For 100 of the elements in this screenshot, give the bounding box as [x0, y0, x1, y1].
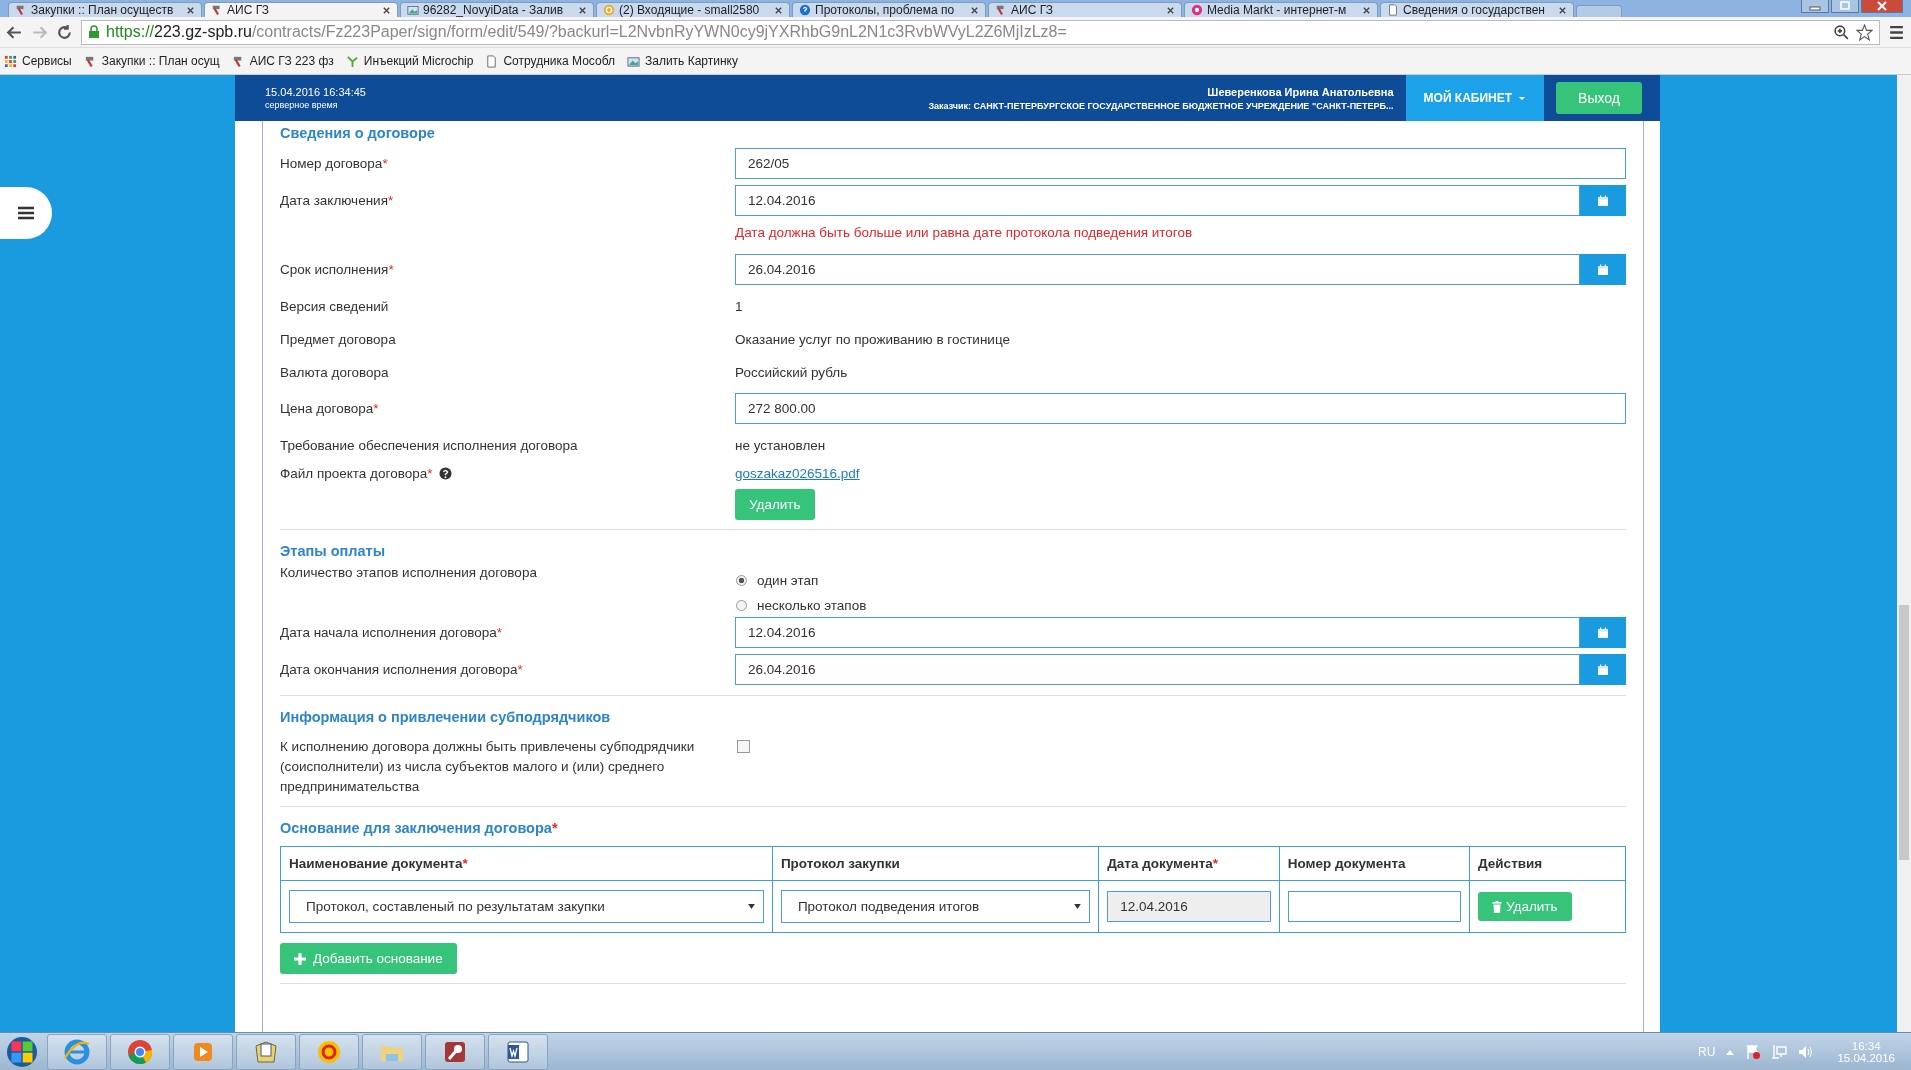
date-field[interactable]: 26.04.2016 — [735, 254, 1580, 285]
word-app-icon[interactable] — [488, 1033, 548, 1070]
field-label: Количество этапов исполнения договора — [280, 565, 538, 580]
browser-app-icon[interactable] — [47, 1033, 107, 1070]
menu-icon[interactable] — [1888, 23, 1905, 41]
menu-button[interactable] — [0, 187, 52, 239]
field-label: Валюта договора — [280, 365, 390, 380]
field-value: Оказание услуг по проживанию в гостинице — [735, 332, 1010, 347]
address-bar[interactable]: https://223.gz-spb.ru/contracts/Fz223Paper/sign/form/edit/549/?backurl=L2NvbnRyYWN0cy9jYXRhbG9nL2N1c3RvbWVyL2Z6MjIzLz8= — [81, 19, 1880, 45]
browser-tab[interactable]: Протоколы, проблема по — [792, 2, 986, 17]
radio-label[interactable]: несколько этапов — [757, 598, 867, 613]
close-icon[interactable] — [578, 5, 587, 15]
close-icon[interactable] — [1362, 5, 1371, 15]
key-app-icon[interactable] — [425, 1033, 485, 1070]
dropdown-arrow-icon — [747, 904, 755, 909]
file-link[interactable]: goszakaz026516.pdf — [735, 466, 860, 481]
calendar-button[interactable] — [1580, 185, 1626, 216]
section-heading: Основание для заключения договора* — [280, 819, 559, 838]
field-label: Номер договора* — [280, 156, 389, 171]
calendar-button[interactable] — [1580, 654, 1626, 685]
customer-name: Заказчик: САНКТ-ПЕТЕРБУРГСКОЕ ГОСУДАРСТВЕННОЕ БЮДЖЕТНОЕ УЧРЕЖДЕНИЕ "САНКТ-ПЕТЕРБ... — [928, 100, 1394, 111]
calendar-icon — [1597, 194, 1609, 207]
field-label: Дата начала исполнения договора* — [280, 625, 504, 640]
bookmark[interactable]: Инъекций Microchip — [345, 54, 474, 68]
server-datetime: 15.04.2016 16:34:45 — [265, 86, 366, 98]
field-label: К исполнению договора должны быть привлечены субподрядчики (соисполнители) из числа субъектов малого и (или) среднего предпринимательства — [280, 738, 696, 796]
field-label: Дата заключения* — [280, 193, 395, 208]
plant-icon — [345, 54, 359, 68]
browser-tab[interactable]: Закупки :: План осуществ — [8, 2, 202, 17]
browser-tab[interactable]: 96282_NovyiData - Залив — [400, 2, 594, 17]
field-value: Российский рубль — [735, 365, 848, 380]
checkbox[interactable] — [737, 740, 750, 753]
calendar-icon — [1597, 626, 1609, 639]
user-name: Шеверенкова Ирина Анатольевна — [1207, 85, 1394, 98]
minimize-icon[interactable] — [1801, 0, 1829, 13]
scrollbar[interactable] — [1897, 75, 1911, 1032]
field-value: 1 — [735, 299, 743, 314]
hammer-icon — [211, 4, 223, 16]
radio-label[interactable]: один этап — [757, 573, 819, 588]
browser-tab[interactable]: (2) Входящие - small2580 — [596, 2, 790, 17]
chrome-app-icon[interactable] — [110, 1033, 170, 1070]
section-heading: Информация о привлечении субподрядчиков — [280, 708, 612, 727]
field-label: Предмет договора — [280, 332, 397, 347]
browser-tab[interactable]: Media Markt - интернет-м — [1184, 2, 1378, 17]
document-select[interactable]: Протокол, составленый по результатам закупки — [289, 890, 764, 923]
close-icon[interactable] — [970, 5, 979, 15]
flag-icon[interactable] — [1745, 1043, 1762, 1060]
url-text: https://223.gz-spb.ru/contracts/Fz223Paper/sign/form/edit/549/?backurl=L2NvbnRyYWN0cy9jYXRhbG9nL2N1c3RvbWVyL2Z6MjIzLz8= — [106, 23, 1068, 41]
close-icon[interactable] — [1166, 5, 1175, 15]
field-label: Дата окончания исполнения договора* — [280, 662, 524, 677]
reload-icon[interactable] — [56, 23, 73, 41]
field-label: Версия сведений — [280, 299, 390, 314]
windows-logo-icon — [7, 1036, 37, 1067]
bookmark[interactable]: Залить Картинку — [626, 54, 738, 68]
page-icon — [485, 54, 499, 68]
hammer-icon — [15, 4, 27, 16]
restore-icon[interactable] — [1831, 0, 1859, 13]
section-heading: Этапы оплаты — [280, 542, 387, 561]
star-icon[interactable] — [1856, 23, 1873, 41]
browser-tab[interactable]: АИС ГЗ — [204, 2, 398, 17]
input-field[interactable]: 262/05 — [735, 148, 1626, 179]
column-header: Дата документа* — [1098, 846, 1280, 881]
picture-icon — [626, 54, 640, 68]
calendar-button[interactable] — [1580, 254, 1626, 285]
bookmark[interactable]: Сервисы — [4, 54, 72, 68]
input-field[interactable]: 272 800.00 — [735, 393, 1626, 424]
error-message: Дата должна быть больше или равна дате протокола подведения итогов — [735, 224, 1194, 240]
field-label: Файл проекта договора* — [280, 466, 735, 481]
date-field[interactable]: 12.04.2016 — [735, 617, 1580, 648]
close-icon[interactable] — [774, 5, 783, 15]
bookmark[interactable]: Сотрудника Мособл — [485, 54, 615, 68]
help-icon[interactable] — [439, 467, 453, 480]
help-icon — [799, 4, 811, 16]
dropdown-arrow-icon — [1074, 904, 1082, 909]
browser-tab[interactable]: АИС ГЗ — [988, 2, 1182, 17]
close-icon[interactable] — [1861, 0, 1903, 13]
date-field[interactable]: 26.04.2016 — [735, 654, 1580, 685]
picture-icon — [407, 4, 419, 16]
radio-button[interactable] — [736, 575, 747, 586]
number-field[interactable] — [1287, 891, 1462, 922]
bookmark[interactable]: Закупки :: План осущ — [83, 54, 220, 68]
section-heading: Сведения о договоре — [280, 124, 436, 143]
field-label: Срок исполнения* — [280, 262, 395, 277]
close-icon[interactable] — [1558, 5, 1567, 15]
calendar-icon — [1597, 263, 1609, 276]
calendar-icon — [1597, 663, 1609, 676]
plus-icon — [294, 952, 306, 965]
close-icon[interactable] — [382, 5, 391, 15]
documents-app-icon[interactable] — [236, 1033, 296, 1070]
calendar-button[interactable] — [1580, 617, 1626, 648]
column-header: Действия — [1469, 846, 1626, 881]
browser-tab[interactable]: Сведения о государствен — [1380, 2, 1574, 17]
apps-grid-icon — [4, 54, 17, 68]
close-icon[interactable] — [186, 5, 195, 15]
zoom-icon[interactable] — [1833, 23, 1850, 41]
radio-button[interactable] — [736, 600, 747, 611]
bookmark[interactable]: АИС ГЗ 223 фз — [231, 54, 334, 68]
date-field: 12.04.2016 — [1107, 891, 1271, 922]
date-field[interactable]: 12.04.2016 — [735, 185, 1580, 216]
protocol-select[interactable]: Протокол подведения итогов — [780, 890, 1091, 923]
